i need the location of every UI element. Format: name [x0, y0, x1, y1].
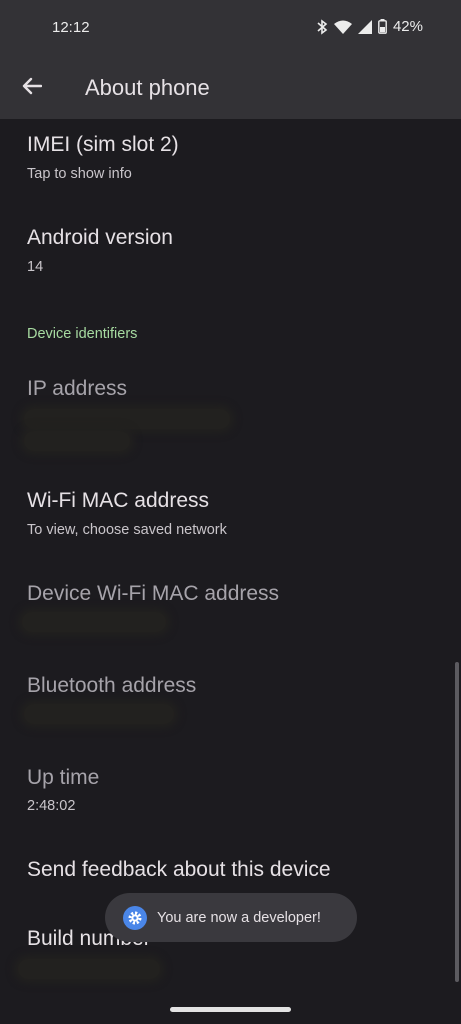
redacted-value: [24, 409, 230, 429]
pref-summary: 14: [27, 259, 44, 275]
status-icons: 42%: [316, 18, 423, 35]
bluetooth-icon: [316, 18, 328, 35]
pref-title: Up time: [27, 766, 100, 789]
status-bar: 12:12 42%: [0, 0, 461, 56]
wifi-icon: [333, 20, 352, 34]
developer-toast: You are now a developer!: [105, 893, 357, 942]
battery-percent: 42%: [392, 18, 423, 35]
status-time: 12:12: [52, 19, 90, 36]
redacted-value: [18, 959, 160, 979]
pref-title: Device Wi-Fi MAC address: [27, 582, 280, 605]
redacted-value: [22, 612, 166, 632]
settings-gear-icon: [123, 905, 147, 930]
section-header-device-identifiers: Device identifiers: [27, 326, 138, 342]
pref-summary: Tap to show info: [27, 166, 132, 182]
scrollbar[interactable]: [455, 662, 459, 982]
redacted-value: [24, 704, 174, 724]
pref-summary: To view, choose saved network: [27, 522, 227, 538]
settings-list[interactable]: IMEI (sim slot 2) Tap to show info Andro…: [0, 119, 461, 1024]
pref-title: Bluetooth address: [27, 674, 197, 697]
pref-summary: 2:48:02: [27, 798, 76, 814]
pref-title: IP address: [27, 377, 128, 400]
back-button[interactable]: [16, 72, 48, 104]
redacted-value: [24, 431, 130, 451]
pref-title: IMEI (sim slot 2): [27, 133, 179, 156]
pref-title: Wi-Fi MAC address: [27, 489, 210, 512]
arrow-back-icon: [22, 77, 43, 100]
gesture-nav-handle[interactable]: [170, 1007, 291, 1012]
pref-title: Android version: [27, 226, 173, 249]
signal-icon: [357, 19, 372, 34]
toast-text: You are now a developer!: [157, 909, 321, 926]
battery-icon: [378, 19, 387, 34]
page-title: About phone: [85, 75, 210, 100]
app-bar: About phone: [0, 56, 461, 119]
pref-title: Send feedback about this device: [27, 858, 331, 881]
